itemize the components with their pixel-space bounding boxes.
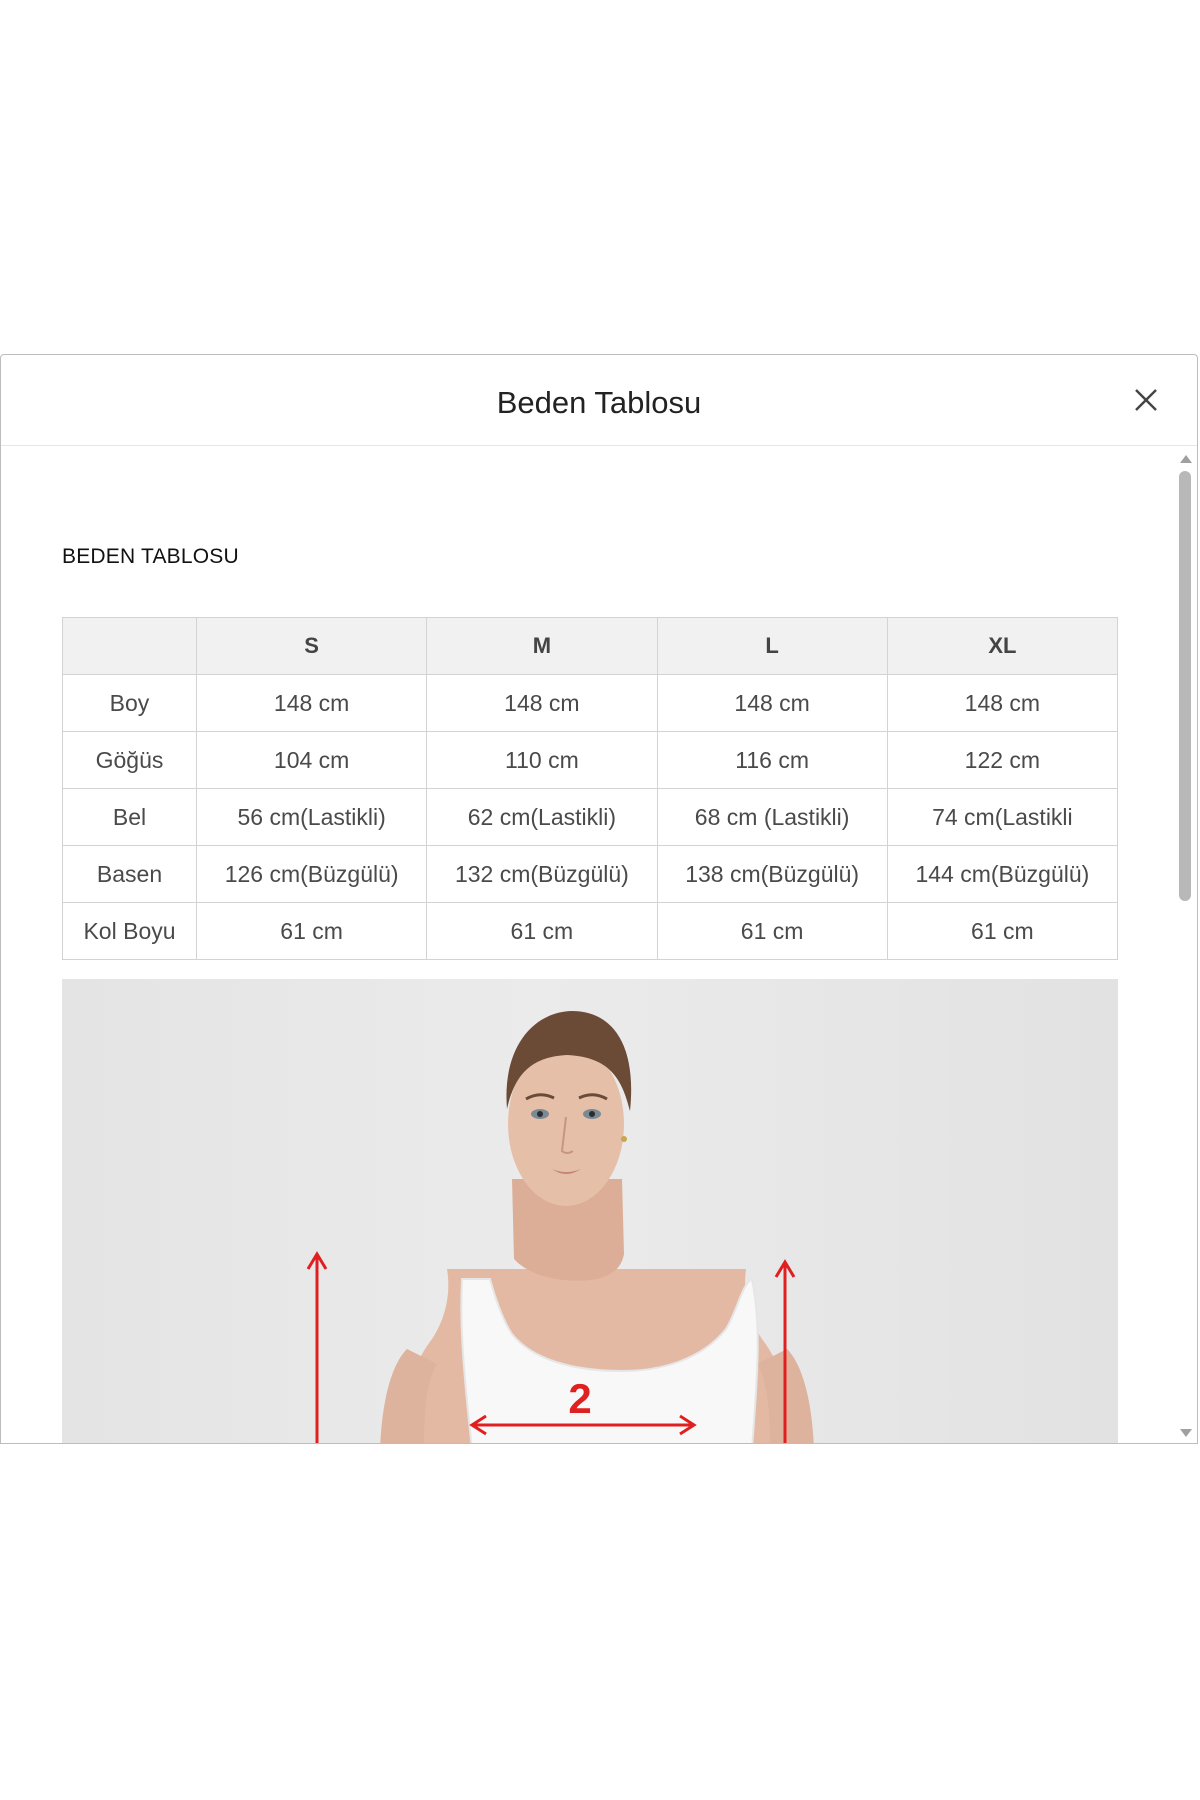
header-cell: S xyxy=(195,617,428,675)
table-cell: 61 cm xyxy=(426,902,658,960)
row-label: Basen xyxy=(62,845,197,903)
header-cell: M xyxy=(426,617,658,675)
table-cell: 144 cm(Büzgülü) xyxy=(886,845,1119,903)
table-cell: 61 cm xyxy=(195,902,428,960)
table-cell: 62 cm(Lastikli) xyxy=(426,788,658,846)
table-cell: 74 cm(Lastikli xyxy=(886,788,1119,846)
table-cell: 68 cm (Lastikli) xyxy=(656,788,888,846)
table-cell: 138 cm(Büzgülü) xyxy=(656,845,888,903)
measurement-photo: 2 xyxy=(62,979,1118,1443)
close-icon xyxy=(1135,389,1157,411)
table-row: Göğüs 104 cm 110 cm 116 cm 122 cm xyxy=(62,731,1119,789)
table-cell: 110 cm xyxy=(426,731,658,789)
header-cell: XL xyxy=(886,617,1119,675)
size-chart-modal: Beden Tablosu BEDEN TABLOSU S M L XL Boy… xyxy=(0,354,1198,1444)
table-cell: 56 cm(Lastikli) xyxy=(195,788,428,846)
model-illustration: 2 xyxy=(306,1011,814,1443)
scroll-down-arrow-icon[interactable] xyxy=(1180,1429,1192,1437)
table-cell: 122 cm xyxy=(886,731,1119,789)
modal-body: BEDEN TABLOSU S M L XL Boy 148 cm 148 cm… xyxy=(1,447,1177,1443)
table-cell: 126 cm(Büzgülü) xyxy=(195,845,428,903)
table-header-row: S M L XL xyxy=(62,617,1119,675)
table-cell: 116 cm xyxy=(656,731,888,789)
row-label: Bel xyxy=(62,788,197,846)
table-cell: 61 cm xyxy=(886,902,1119,960)
scroll-up-arrow-icon[interactable] xyxy=(1180,455,1192,463)
scroll-thumb[interactable] xyxy=(1179,471,1191,901)
row-label: Kol Boyu xyxy=(62,902,197,960)
table-cell: 132 cm(Büzgülü) xyxy=(426,845,658,903)
measurement-marker-label: 2 xyxy=(568,1375,591,1422)
row-label: Boy xyxy=(62,674,197,732)
table-row: Boy 148 cm 148 cm 148 cm 148 cm xyxy=(62,674,1119,732)
modal-title: Beden Tablosu xyxy=(496,385,702,420)
section-title: BEDEN TABLOSU xyxy=(62,545,239,568)
table-cell: 61 cm xyxy=(656,902,888,960)
row-label: Göğüs xyxy=(62,731,197,789)
table-cell: 104 cm xyxy=(195,731,428,789)
close-button[interactable] xyxy=(1133,387,1159,413)
modal-header: Beden Tablosu xyxy=(1,355,1197,446)
table-cell: 148 cm xyxy=(656,674,888,732)
table-cell: 148 cm xyxy=(195,674,428,732)
size-table: S M L XL Boy 148 cm 148 cm 148 cm 148 cm… xyxy=(62,617,1119,960)
table-row: Bel 56 cm(Lastikli) 62 cm(Lastikli) 68 c… xyxy=(62,788,1119,846)
table-row: Kol Boyu 61 cm 61 cm 61 cm 61 cm xyxy=(62,902,1119,960)
table-row: Basen 126 cm(Büzgülü) 132 cm(Büzgülü) 13… xyxy=(62,845,1119,903)
header-cell: L xyxy=(656,617,888,675)
table-cell: 148 cm xyxy=(886,674,1119,732)
header-cell xyxy=(62,617,197,675)
vertical-scrollbar[interactable] xyxy=(1175,447,1197,1443)
table-cell: 148 cm xyxy=(426,674,658,732)
